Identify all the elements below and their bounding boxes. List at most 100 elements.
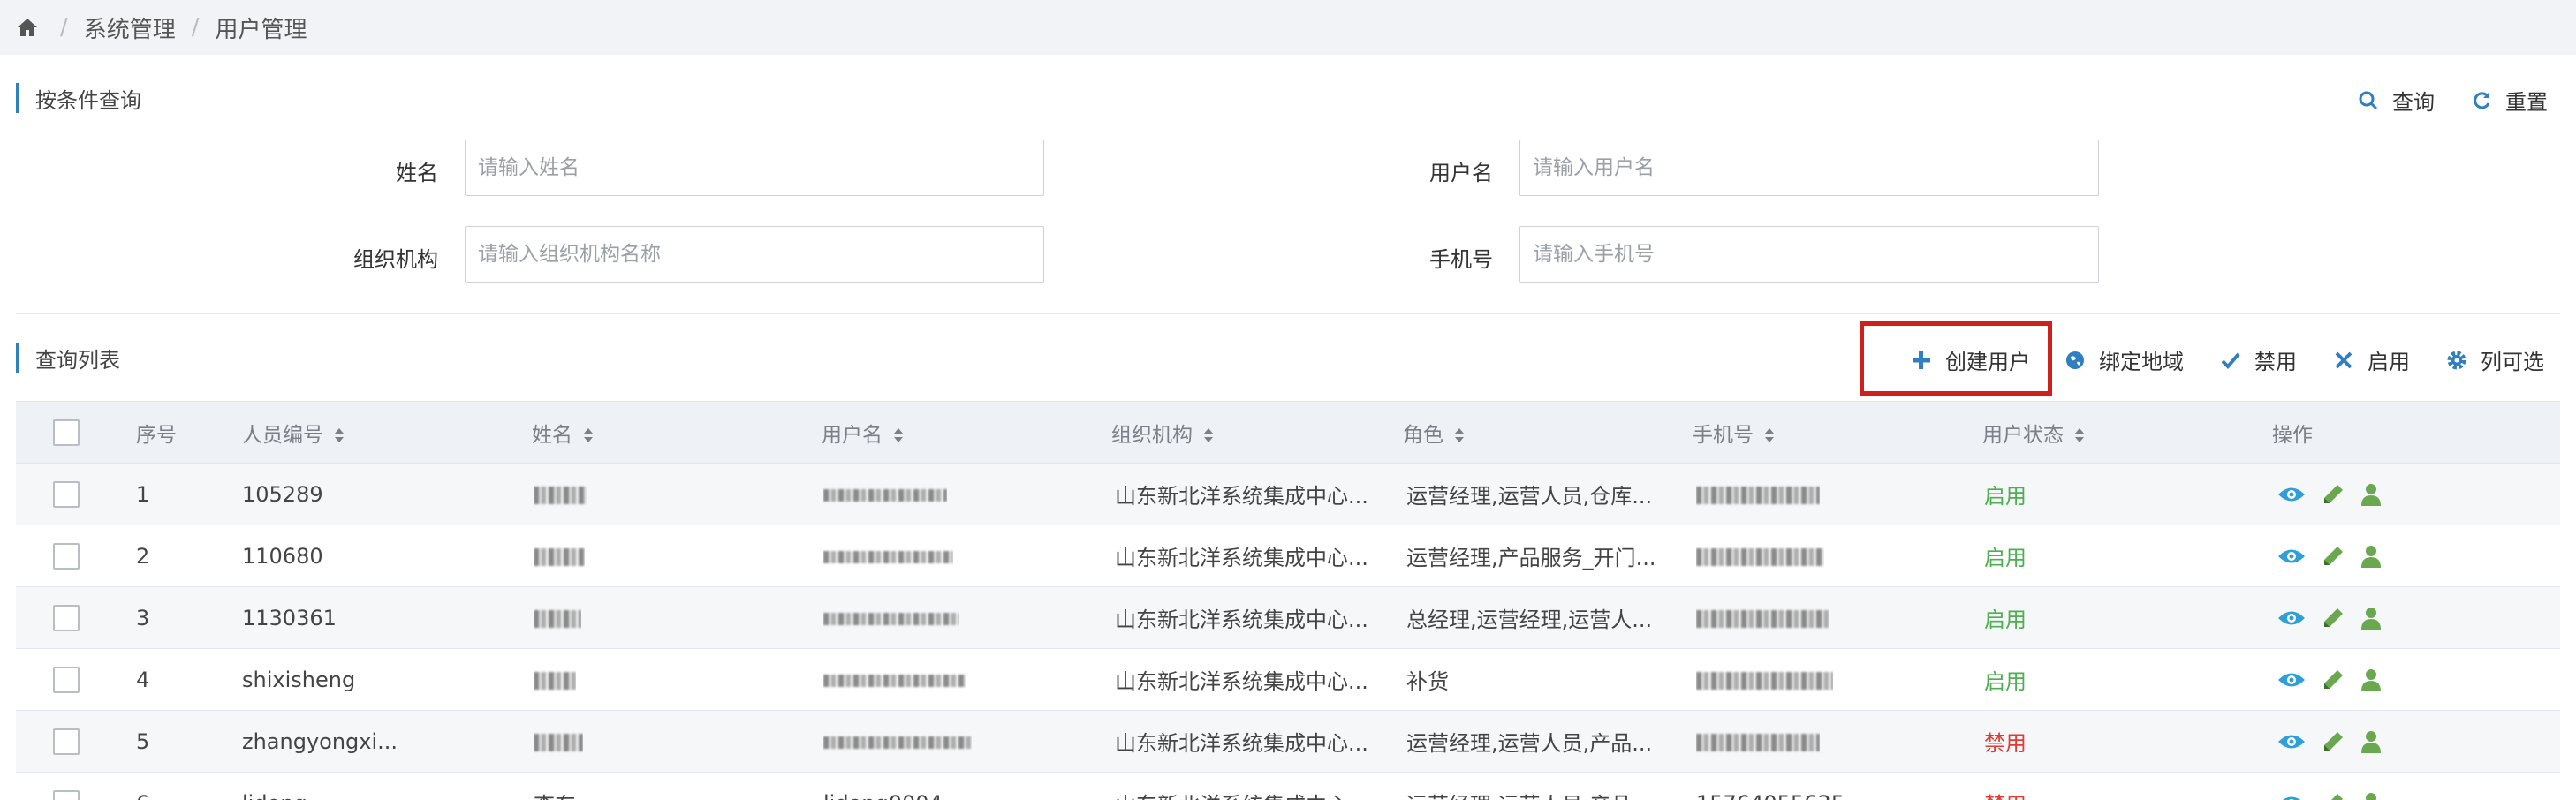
col-role[interactable]: 角色 (1403, 418, 1465, 448)
col-staff-no[interactable]: 人员编号 (242, 418, 345, 448)
breadcrumb-separator: / (191, 14, 200, 41)
row-checkbox[interactable] (53, 728, 80, 755)
col-actions: 操作 (2272, 423, 2313, 447)
disable-button[interactable]: 禁用 (2219, 344, 2297, 375)
cell-phone-redacted (1696, 544, 1824, 569)
cell-staff-no: lidong (242, 791, 507, 800)
cell-name-redacted (534, 482, 587, 507)
gear-icon (2447, 351, 2466, 369)
cell-role: 运营经理,产品服务_开门... (1406, 546, 1656, 570)
cell-username-redacted (823, 544, 953, 569)
col-username[interactable]: 用户名 (822, 418, 904, 448)
cell-username: lidong0004 (823, 791, 943, 800)
edit-pencil-icon[interactable] (2322, 545, 2345, 568)
col-org[interactable]: 组织机构 (1111, 418, 1214, 448)
cell-status: 启用 (1984, 484, 2027, 509)
col-role-label: 角色 (1403, 423, 1443, 447)
row-actions (2277, 545, 2382, 568)
sort-icon (894, 428, 903, 442)
col-name[interactable]: 姓名 (532, 418, 594, 448)
check-icon (2221, 352, 2240, 369)
cell-username-redacted (823, 482, 947, 507)
cell-role: 运营经理,运营人员,产品... (1406, 788, 1671, 800)
cell-phone-redacted (1696, 668, 1833, 692)
sort-icon (335, 428, 344, 442)
row-checkbox[interactable] (53, 605, 80, 631)
edit-pencil-icon[interactable] (2322, 792, 2345, 800)
cell-name-redacted (534, 606, 581, 630)
cell-phone-redacted (1696, 729, 1820, 754)
cell-role: 总经理,运营经理,运营人... (1406, 608, 1653, 632)
row-checkbox[interactable] (53, 790, 80, 800)
sort-icon (1765, 428, 1774, 442)
row-checkbox[interactable] (53, 543, 80, 570)
eye-icon[interactable] (2277, 732, 2306, 751)
cell-status: 启用 (1984, 546, 2027, 570)
reset-button[interactable]: 重置 (2470, 85, 2548, 116)
cell-status: 启用 (1984, 608, 2027, 632)
create-user-highlight (1860, 321, 2052, 396)
user-role-icon[interactable] (2360, 607, 2382, 630)
eye-icon[interactable] (2277, 547, 2306, 566)
enable-label: 启用 (2368, 350, 2410, 374)
query-button-label: 查询 (2392, 90, 2435, 115)
reset-button-label: 重置 (2505, 90, 2548, 115)
cell-username-redacted (823, 729, 972, 754)
col-phone[interactable]: 手机号 (1693, 418, 1775, 448)
cell-name-redacted (534, 668, 576, 692)
name-input[interactable] (465, 140, 1044, 196)
name-label: 姓名 (396, 161, 438, 185)
table-row[interactable]: 5 zhangyongxi... 山东新北洋系统集成中心... 运营经理,运营人… (16, 711, 2560, 773)
table-row[interactable]: 2 110680 山东新北洋系统集成中心... 运营经理,产品服务_开门... … (16, 525, 2560, 587)
query-button[interactable]: 查询 (2357, 85, 2435, 116)
col-status[interactable]: 用户状态 (1982, 418, 2085, 448)
row-checkbox[interactable] (53, 481, 80, 508)
table-row[interactable]: 1 105289 山东新北洋系统集成中心... 运营经理,运营人员,仓库... … (16, 464, 2560, 525)
org-input[interactable] (465, 226, 1044, 283)
username-input[interactable] (1519, 140, 2099, 196)
cell-staff-no: 105289 (242, 481, 323, 507)
user-role-icon[interactable] (2360, 545, 2382, 568)
col-phone-label: 手机号 (1693, 423, 1754, 447)
column-options-button[interactable]: 列可选 (2445, 344, 2544, 375)
col-status-label: 用户状态 (1982, 423, 2064, 447)
phone-label: 手机号 (1429, 247, 1493, 272)
row-checkbox[interactable] (53, 667, 80, 693)
edit-pencil-icon[interactable] (2322, 607, 2345, 630)
cell-name: 李东 (534, 788, 576, 800)
row-actions (2277, 792, 2382, 800)
cell-org: 山东新北洋系统集成中心... (1115, 608, 1368, 632)
breadcrumb-separator: / (60, 14, 68, 41)
select-all-checkbox[interactable] (53, 419, 80, 446)
table-row[interactable]: 3 1130361 山东新北洋系统集成中心... 总经理,运营经理,运营人...… (16, 587, 2560, 649)
user-role-icon[interactable] (2360, 730, 2382, 753)
edit-pencil-icon[interactable] (2322, 730, 2345, 753)
user-role-icon[interactable] (2360, 668, 2382, 691)
table-row[interactable]: 6 lidong 李东 lidong0004 山东新北洋系统集成中心... 运营… (16, 773, 2560, 800)
edit-pencil-icon[interactable] (2322, 668, 2345, 691)
bind-region-button[interactable]: 绑定地域 (2064, 344, 2184, 375)
cell-staff-no: 1130361 (242, 605, 337, 630)
edit-pencil-icon[interactable] (2322, 483, 2345, 506)
search-section-title: 按条件查询 (16, 83, 141, 113)
user-role-icon[interactable] (2360, 792, 2382, 800)
col-name-label: 姓名 (532, 423, 572, 447)
eye-icon[interactable] (2277, 485, 2306, 504)
eye-icon[interactable] (2277, 670, 2306, 690)
user-table: 序号 人员编号 姓名 用户名 组织机构 角色 手机号 用户状态 操作 1 105… (16, 401, 2560, 800)
table-row[interactable]: 4 shixisheng 山东新北洋系统集成中心... 补货 启用 (16, 649, 2560, 711)
eye-icon[interactable] (2277, 608, 2306, 628)
cell-org: 山东新北洋系统集成中心... (1115, 788, 1389, 800)
user-role-icon[interactable] (2360, 483, 2382, 506)
phone-input[interactable] (1519, 226, 2099, 283)
home-icon[interactable] (16, 17, 39, 38)
breadcrumb-item-system[interactable]: 系统管理 (84, 11, 176, 44)
cell-status: 启用 (1984, 669, 2027, 694)
eye-icon[interactable] (2277, 794, 2306, 800)
username-label: 用户名 (1429, 161, 1493, 185)
cell-phone: 15764055635 (1696, 791, 1845, 800)
enable-button[interactable]: 启用 (2332, 344, 2410, 375)
cell-index: 1 (136, 481, 150, 507)
bind-region-label: 绑定地域 (2099, 350, 2184, 374)
cell-staff-no: shixisheng (242, 667, 356, 692)
